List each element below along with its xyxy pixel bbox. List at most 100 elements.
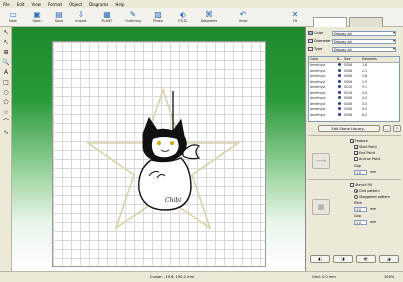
toolbar-label: Diagrams	[200, 19, 218, 23]
col-d[interactable]: D...	[335, 57, 344, 61]
menu-item-help[interactable]: Help	[115, 2, 124, 7]
gap2-input[interactable]: 1.0	[354, 220, 367, 225]
pitch-input[interactable]: 3.0	[354, 207, 367, 212]
menu-item-format[interactable]: Format	[48, 2, 62, 7]
stone-color: Amethyst	[310, 96, 326, 101]
cat-eye-right[interactable]	[170, 141, 174, 145]
stone-size: SS10	[344, 85, 353, 90]
col-size[interactable]: Size	[344, 57, 362, 61]
curve-icon[interactable]: ∿	[1, 128, 11, 137]
zoom-level: 100%	[384, 275, 395, 279]
cursor-position: Cursor: -19.6, 190.2 mm	[150, 275, 195, 279]
col-color[interactable]: Color	[309, 57, 335, 61]
new-button[interactable]: ▭ New	[2, 9, 24, 26]
color-filter-row: Color Display all	[308, 30, 401, 36]
stone-dot-icon	[335, 79, 344, 84]
stone-rows: Amethyst SS08 1.6 Amethyst SS06 2.1 Amethyst SS…	[309, 63, 399, 118]
stencil-fill-checkbox[interactable]: Stencil Fill	[350, 183, 372, 187]
stone-elements: 5.0	[362, 101, 368, 106]
arc-icon[interactable]: ⌒	[1, 118, 11, 127]
color-select[interactable]: Display all	[332, 30, 396, 36]
zoom-icon[interactable]: 🔍	[1, 58, 11, 67]
menu-item-view[interactable]: View	[31, 2, 41, 7]
align-extra-button[interactable]: ◪	[379, 255, 399, 263]
toolbar-label: Open	[32, 19, 42, 23]
align-left-button[interactable]: ◧	[310, 255, 330, 263]
plant-icon: ▦	[103, 10, 111, 19]
gap-input[interactable]: 1.0	[354, 170, 367, 175]
stencil-apply-icon[interactable]: ▦	[312, 199, 330, 215]
list-item[interactable]: Amethyst SS08 6.0	[309, 112, 399, 118]
select-arrow-icon[interactable]: ↖	[1, 28, 11, 37]
feature-checkbox[interactable]: ✓ Feature	[350, 139, 368, 144]
undo-icon: ↶	[239, 10, 247, 19]
stone-dot-icon	[335, 101, 344, 106]
align-right-button[interactable]: ◩	[356, 255, 376, 263]
canvas-area[interactable]: Chibi	[12, 27, 306, 271]
stone-elements: 4.0	[362, 90, 368, 95]
align-center-button[interactable]: ◨	[333, 255, 353, 263]
drawing-paper[interactable]: Chibi	[52, 41, 266, 267]
menu-item-object[interactable]: Object	[69, 2, 82, 7]
rectangle-icon[interactable]: □	[1, 78, 11, 87]
open-button[interactable]: ▣ Open	[26, 9, 48, 26]
stone-elements: 2.1	[362, 68, 368, 73]
photo-button[interactable]: ▧ Photo	[147, 9, 169, 26]
plant-button[interactable]: ▦ PLANT	[96, 9, 118, 26]
stone-size: SS08	[344, 63, 353, 68]
p-s-d--button[interactable]: ⬖ P.S.D.	[172, 9, 194, 26]
stone-size: SS16	[344, 90, 353, 95]
stone-size: SS06	[344, 79, 353, 84]
gap-unit: mm	[370, 170, 377, 174]
diameter-select[interactable]: Display all	[332, 38, 396, 44]
save-button[interactable]: ▤ Save	[48, 9, 70, 26]
stone-dot	[338, 107, 341, 111]
menu-item-edit[interactable]: Edit	[17, 2, 25, 7]
end-point-checkbox[interactable]: ✓ End Point	[354, 151, 375, 156]
stone-color: Amethyst	[310, 112, 326, 117]
stone-list[interactable]: Color D... Size Elements Amethyst SS08 1.6…	[308, 56, 400, 122]
grid-tool-icon[interactable]: ⊞	[1, 48, 11, 57]
fit-button[interactable]: ✕ Fit	[284, 9, 306, 26]
stone-dot-icon	[335, 112, 344, 117]
undo-button[interactable]: ↶ Undo	[232, 9, 254, 26]
toolbar-label: P.S.D.	[178, 19, 188, 23]
node-arrow-icon[interactable]: ↖	[1, 38, 11, 47]
end-point-label: End Point	[359, 151, 375, 155]
diagrams-button[interactable]: ⌘ Diagrams	[198, 9, 220, 26]
design-artwork[interactable]: Chibi	[53, 42, 267, 268]
feature-apply-icon[interactable]: ⟶	[312, 153, 330, 169]
cat-eye-left[interactable]	[157, 141, 161, 145]
stone-color: Amethyst	[310, 85, 326, 90]
stone-size: SS06	[344, 68, 353, 73]
polygon-icon[interactable]: ⬠	[1, 98, 11, 107]
grid-pattern-radio[interactable]: Grid pattern	[354, 189, 380, 193]
staggered-pattern-label: Staggered pattern	[359, 195, 391, 199]
type-swatch	[308, 47, 313, 51]
anchor-point-checkbox[interactable]: Anchor Point	[354, 157, 380, 161]
type-select[interactable]: Display all	[332, 46, 396, 52]
stone-dot-icon	[335, 74, 344, 78]
stone-elements: 4.5	[362, 96, 368, 101]
col-elements[interactable]: Elements	[362, 57, 384, 61]
star-icon[interactable]: ☆	[1, 108, 11, 117]
stone-dot	[338, 96, 341, 100]
edit-stone-library-button[interactable]: Edit Stone Library...	[318, 125, 380, 132]
staggered-pattern-radio[interactable]: Staggered pattern	[354, 195, 390, 199]
import-button[interactable]: ⇩ Import	[70, 9, 92, 26]
menu-item-diagrams[interactable]: Diagrams	[89, 2, 108, 7]
start-point-checkbox[interactable]: ✓ Start Point	[354, 145, 377, 150]
menu-item-file[interactable]: File	[3, 2, 10, 7]
ellipse-icon[interactable]: ○	[1, 88, 11, 97]
outlining-button[interactable]: ✎ Outlining	[122, 9, 144, 26]
pitch-label: Pitch	[354, 201, 363, 205]
help-icon[interactable]: ?	[393, 125, 401, 132]
diagrams-icon: ⌘	[205, 10, 213, 19]
diameter-label: Diameter	[314, 39, 331, 43]
type-filter-row: Type Display all	[308, 46, 401, 52]
stones-option-button[interactable]: ...	[383, 125, 391, 132]
stone-color: Amethyst	[310, 101, 326, 106]
text-icon[interactable]: A	[1, 68, 11, 77]
cat-face[interactable]	[151, 137, 179, 158]
photo-icon: ▧	[154, 10, 162, 19]
